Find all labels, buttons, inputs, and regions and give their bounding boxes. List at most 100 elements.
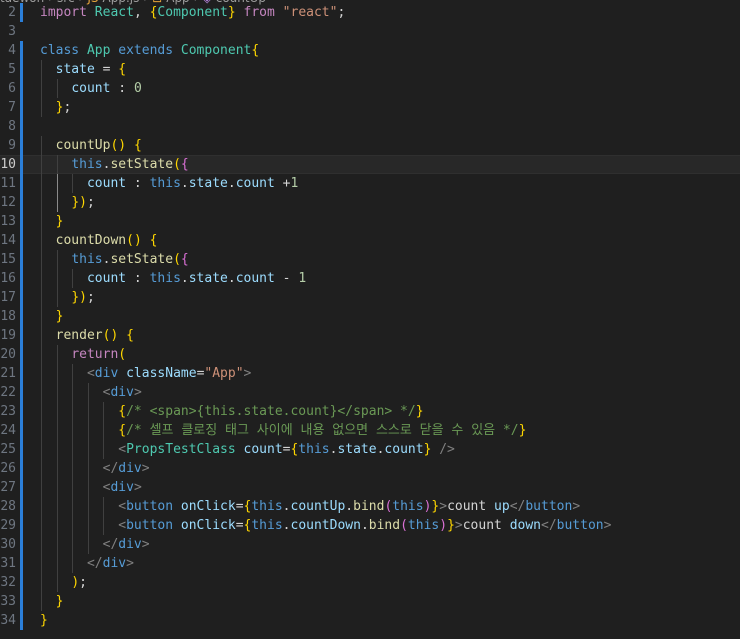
code-text[interactable]: } — [40, 611, 48, 630]
code-line[interactable]: 24 {/* 셀프 클로징 태그 사이에 내용 없으면 스스로 닫을 수 있음 … — [0, 421, 740, 440]
code-text[interactable]: }; — [40, 98, 72, 117]
modified-line-indicator — [20, 193, 23, 212]
line-number: 16 — [0, 271, 16, 286]
code-line[interactable]: 10 this.setState({ — [0, 155, 740, 174]
code-line[interactable]: 26 </div> — [0, 459, 740, 478]
modified-line-indicator — [20, 231, 23, 250]
line-number: 19 — [0, 328, 16, 343]
code-line[interactable]: 13 } — [0, 212, 740, 231]
code-line[interactable]: 16 count : this.state.count - 1 — [0, 269, 740, 288]
code-text[interactable]: } — [40, 307, 64, 326]
code-line[interactable]: 31 </div> — [0, 554, 740, 573]
modified-line-indicator — [20, 250, 23, 269]
code-line[interactable]: 12 }); — [0, 193, 740, 212]
code-line[interactable]: 11 count : this.state.count +1 — [0, 174, 740, 193]
modified-line-indicator — [20, 611, 23, 630]
code-text[interactable]: } — [40, 592, 64, 611]
code-line[interactable]: 30 </div> — [0, 535, 740, 554]
line-number: 9 — [8, 138, 16, 153]
code-text[interactable]: state = { — [40, 60, 126, 79]
code-line[interactable]: 2 import React, {Component} from "react"; — [0, 3, 740, 22]
code-text[interactable]: </div> — [40, 459, 150, 478]
code-text[interactable]: </div> — [40, 554, 134, 573]
code-line[interactable]: 3 — [0, 22, 740, 41]
modified-line-indicator — [20, 136, 23, 155]
code-line[interactable]: 29 <button onClick={this.countDown.bind(… — [0, 516, 740, 535]
line-number: 24 — [0, 423, 16, 438]
code-line[interactable]: 34} — [0, 611, 740, 630]
code-text[interactable]: }); — [40, 193, 94, 212]
code-text[interactable]: <PropsTestClass count={this.state.count}… — [40, 440, 455, 459]
code-text[interactable]: countUp() { — [40, 136, 142, 155]
code-text[interactable]: count : this.state.count +1 — [40, 174, 298, 193]
line-number: 18 — [0, 309, 16, 324]
code-line[interactable]: 20 return( — [0, 345, 740, 364]
code-text[interactable]: <button onClick={this.countDown.bind(thi… — [40, 516, 611, 535]
line-number: 10 — [0, 157, 16, 172]
code-line[interactable]: 27 <div> — [0, 478, 740, 497]
modified-line-indicator — [20, 288, 23, 307]
line-number: 21 — [0, 366, 16, 381]
code-text[interactable]: count : this.state.count - 1 — [40, 269, 306, 288]
code-text[interactable]: {/* <span>{this.state.count}</span> */} — [40, 402, 423, 421]
line-number: 3 — [8, 24, 16, 39]
modified-line-indicator — [20, 364, 23, 383]
line-number: 13 — [0, 214, 16, 229]
line-number: 28 — [0, 499, 16, 514]
code-text[interactable]: countDown() { — [40, 231, 158, 250]
code-text[interactable]: <button onClick={this.countUp.bind(this)… — [40, 497, 580, 516]
line-number: 29 — [0, 518, 16, 533]
code-line[interactable]: 28 <button onClick={this.countUp.bind(th… — [0, 497, 740, 516]
code-line[interactable]: 7 }; — [0, 98, 740, 117]
code-line[interactable]: 33 } — [0, 592, 740, 611]
line-number: 11 — [0, 176, 16, 191]
line-number: 14 — [0, 233, 16, 248]
code-text[interactable]: <div> — [40, 478, 142, 497]
line-number: 22 — [0, 385, 16, 400]
code-line[interactable]: 5 state = { — [0, 60, 740, 79]
code-line[interactable]: 22 <div> — [0, 383, 740, 402]
code-line[interactable]: 6 count : 0 — [0, 79, 740, 98]
code-line[interactable]: 9 countUp() { — [0, 136, 740, 155]
code-line[interactable]: 18 } — [0, 307, 740, 326]
code-text[interactable]: } — [40, 212, 64, 231]
code-text[interactable]: <div> — [40, 383, 142, 402]
code-line[interactable]: 14 countDown() { — [0, 231, 740, 250]
modified-line-indicator — [20, 3, 23, 22]
code-text[interactable]: <div className="App"> — [40, 364, 251, 383]
code-line[interactable]: 19 render() { — [0, 326, 740, 345]
modified-line-indicator — [20, 535, 23, 554]
modified-line-indicator — [20, 478, 23, 497]
code-text[interactable]: this.setState({ — [40, 250, 188, 269]
code-line[interactable]: 25 <PropsTestClass count={this.state.cou… — [0, 440, 740, 459]
code-line[interactable]: 23 {/* <span>{this.state.count}</span> *… — [0, 402, 740, 421]
code-text[interactable]: import React, {Component} from "react"; — [40, 3, 345, 22]
code-text[interactable]: {/* 셀프 클로징 태그 사이에 내용 없으면 스스로 닫을 수 있음 */} — [40, 421, 526, 440]
line-number: 7 — [8, 100, 16, 115]
code-text[interactable]: class App extends Component{ — [40, 41, 259, 60]
line-number: 8 — [8, 119, 16, 134]
modified-line-indicator — [20, 98, 23, 117]
code-line[interactable]: 8 — [0, 117, 740, 136]
code-area[interactable]: 2 import React, {Component} from "react";… — [0, 3, 740, 630]
code-text[interactable]: return( — [40, 345, 126, 364]
code-text[interactable]: this.setState({ — [40, 155, 188, 174]
code-line[interactable]: 21 <div className="App"> — [0, 364, 740, 383]
code-text[interactable]: ); — [40, 573, 87, 592]
code-text[interactable]: </div> — [40, 535, 150, 554]
code-line[interactable]: 32 ); — [0, 573, 740, 592]
modified-line-indicator — [20, 592, 23, 611]
code-text[interactable]: }); — [40, 288, 94, 307]
code-line[interactable]: 17 }); — [0, 288, 740, 307]
line-number: 5 — [8, 62, 16, 77]
line-number: 20 — [0, 347, 16, 362]
code-text[interactable]: render() { — [40, 326, 134, 345]
line-number: 4 — [8, 43, 16, 58]
modified-line-indicator — [20, 516, 23, 535]
code-text[interactable]: count : 0 — [40, 79, 141, 98]
code-editor[interactable]: taewon›src›JSApp.js›⊡App›◈countUp 2impor… — [0, 0, 740, 639]
code-line[interactable]: 4 class App extends Component{ — [0, 41, 740, 60]
line-number: 26 — [0, 461, 16, 476]
modified-line-indicator — [20, 155, 23, 174]
code-line[interactable]: 15 this.setState({ — [0, 250, 740, 269]
